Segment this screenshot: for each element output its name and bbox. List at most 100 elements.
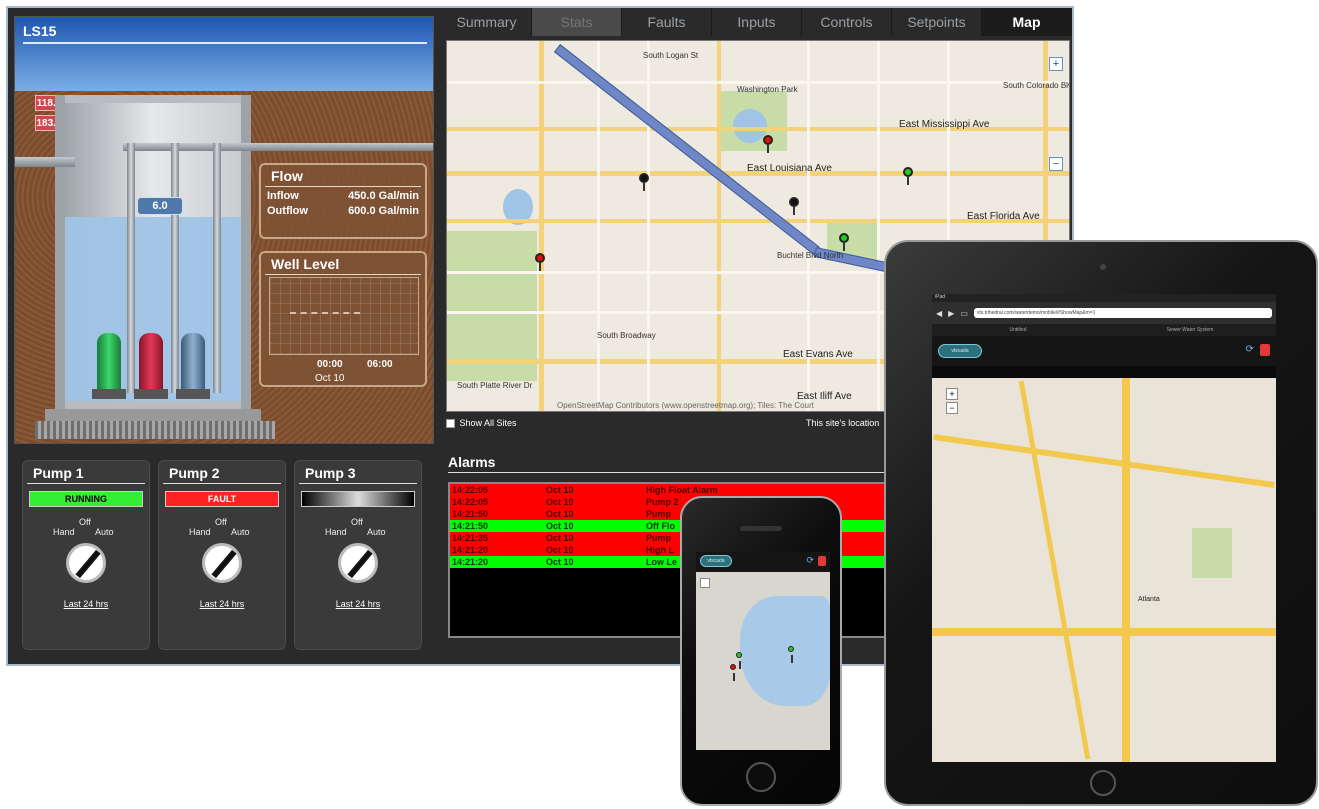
iphone-refresh-icon[interactable]: ⟳ bbox=[806, 555, 814, 566]
alarm-row[interactable]: 14:22:05 Oct 10 High Float Alarm bbox=[450, 484, 886, 496]
water-level-badge: 6.0 bbox=[137, 197, 183, 215]
iphone-site-pin-3[interactable] bbox=[730, 664, 736, 681]
road-minor-6 bbox=[447, 81, 1069, 84]
pump-1-graphic[interactable] bbox=[97, 333, 121, 393]
auto-label: Auto bbox=[367, 527, 386, 537]
pump-3-graphic[interactable] bbox=[181, 333, 205, 393]
ipad-tab-1[interactable]: Untitled bbox=[932, 324, 1104, 336]
ipad-camera bbox=[1100, 264, 1106, 270]
iphone-app-header: vtscada ⟳ bbox=[696, 552, 830, 572]
hand-label: Hand bbox=[53, 527, 75, 537]
site-title: LS15 bbox=[23, 23, 57, 39]
zoom-out-button[interactable]: − bbox=[1049, 157, 1063, 171]
road-minor-1 bbox=[597, 41, 600, 411]
off-label: Off bbox=[215, 517, 227, 527]
site-pin-red[interactable] bbox=[763, 135, 773, 153]
iphone-alarm-icon[interactable] bbox=[818, 556, 826, 566]
site-pin-green[interactable] bbox=[903, 167, 913, 185]
site-pin-black-2[interactable] bbox=[789, 197, 799, 215]
show-all-sites-checkbox[interactable] bbox=[446, 419, 455, 429]
iphone-zoom-button[interactable] bbox=[700, 578, 710, 588]
pump-card-3: Pump 3 Off Hand Auto Last 24 hrs bbox=[294, 460, 422, 650]
pump-1-status: RUNNING bbox=[29, 491, 143, 507]
pump-2-graphic[interactable] bbox=[139, 333, 163, 393]
site-pin-green-2[interactable] bbox=[839, 233, 849, 251]
site-pin-red-2[interactable] bbox=[535, 253, 545, 271]
well-level-trend[interactable] bbox=[269, 277, 419, 355]
pump-1-hoa-selector[interactable]: Off Hand Auto bbox=[53, 517, 119, 583]
pump-3-hoa-selector[interactable]: Off Hand Auto bbox=[325, 517, 391, 583]
screenshot-stage: LS15 118.1 183.2 6.0 Flow Inflow 450.0 G… bbox=[0, 0, 1319, 809]
riser-pipe-3 bbox=[213, 143, 221, 393]
auto-label: Auto bbox=[95, 527, 114, 537]
hand-label: Hand bbox=[325, 527, 347, 537]
ipad-map[interactable]: Atlanta + − bbox=[932, 378, 1276, 762]
pump-controls: Pump 1 RUNNING Off Hand Auto Last 24 hrs… bbox=[14, 452, 434, 662]
off-label: Off bbox=[351, 517, 363, 527]
ipad-highway-horizontal bbox=[932, 628, 1276, 636]
alarm-date: Oct 10 bbox=[546, 497, 574, 507]
bookmarks-icon[interactable]: ▭ bbox=[960, 309, 968, 318]
pump-card-2: Pump 2 FAULT Off Hand Auto Last 24 hrs bbox=[158, 460, 286, 650]
pump-card-1: Pump 1 RUNNING Off Hand Auto Last 24 hrs bbox=[22, 460, 150, 650]
discharge-header-pipe bbox=[123, 143, 433, 151]
ipad-home-button[interactable] bbox=[1090, 770, 1116, 796]
ipad-browser-tabs: Untitled Sewer Water System bbox=[932, 324, 1276, 336]
iphone-home-button[interactable] bbox=[746, 762, 776, 792]
ipad-url-field[interactable]: vts.trihedral.com/waterdemo/mobile/#Show… bbox=[973, 308, 1272, 318]
pump-1-last-24-link[interactable]: Last 24 hrs bbox=[23, 599, 149, 609]
ipad-zoom-out-button[interactable]: − bbox=[946, 402, 958, 414]
pump-2-base bbox=[134, 389, 168, 399]
trend-tick-2: 06:00 bbox=[367, 359, 393, 370]
selector-knob[interactable] bbox=[202, 543, 242, 583]
tab-setpoints[interactable]: Setpoints bbox=[892, 8, 982, 36]
ipad-highway-diagonal bbox=[933, 434, 1275, 488]
refresh-icon[interactable]: ⟳ bbox=[1246, 344, 1254, 355]
flow-title: Flow bbox=[265, 165, 421, 187]
street-mississippi: East Mississippi Ave bbox=[899, 119, 990, 130]
tab-stats[interactable]: Stats bbox=[532, 8, 622, 36]
pump-1-name: Pump 1 bbox=[27, 461, 145, 484]
back-icon[interactable]: ◀ bbox=[936, 309, 942, 318]
pump-3-last-24-link[interactable]: Last 24 hrs bbox=[295, 599, 421, 609]
ipad-screen: iPad ◀ ▶ ▭ vts.trihedral.com/waterdemo/m… bbox=[932, 294, 1276, 762]
trend-date: Oct 10 bbox=[315, 373, 345, 384]
ipad-city-label: Atlanta bbox=[1138, 596, 1160, 603]
selector-knob[interactable] bbox=[338, 543, 378, 583]
iphone-site-pin[interactable] bbox=[736, 652, 742, 669]
selector-knob[interactable] bbox=[66, 543, 106, 583]
street-buchtel: Buchtel Blvd North bbox=[777, 251, 844, 260]
iphone-device: vtscada ⟳ bbox=[680, 496, 842, 806]
flow-panel: Flow Inflow 450.0 Gal/min Outflow 600.0 … bbox=[259, 163, 427, 239]
well-level-panel[interactable]: Well Level 00:00 06:00 Oct 10 bbox=[259, 251, 427, 387]
road-broadway bbox=[539, 41, 544, 411]
iphone-speaker bbox=[740, 526, 782, 531]
pump-1-base bbox=[92, 389, 126, 399]
hand-label: Hand bbox=[189, 527, 211, 537]
forward-icon[interactable]: ▶ bbox=[948, 309, 954, 318]
outflow-value: 600.0 Gal/min bbox=[348, 205, 419, 217]
iphone-site-pin-2[interactable] bbox=[788, 646, 794, 663]
ipad-highway-vertical bbox=[1122, 378, 1130, 762]
alarm-date: Oct 10 bbox=[546, 509, 574, 519]
ipad-zoom-in-button[interactable]: + bbox=[946, 388, 958, 400]
ipad-tab-2[interactable]: Sewer Water System bbox=[1104, 324, 1276, 336]
pump-3-status bbox=[301, 491, 415, 507]
zoom-in-button[interactable]: + bbox=[1049, 57, 1063, 71]
site-pin-black[interactable] bbox=[639, 173, 649, 191]
pump-2-last-24-link[interactable]: Last 24 hrs bbox=[159, 599, 285, 609]
inflow-pipe bbox=[15, 157, 75, 167]
alarm-time: 14:21:20 bbox=[452, 557, 489, 567]
tab-inputs[interactable]: Inputs bbox=[712, 8, 802, 36]
tab-map[interactable]: Map bbox=[982, 8, 1072, 36]
outflow-row: Outflow 600.0 Gal/min bbox=[261, 202, 425, 217]
iphone-vtscada-logo: vtscada bbox=[700, 555, 732, 567]
tab-summary[interactable]: Summary bbox=[442, 8, 532, 36]
tab-bar: Summary Stats Faults Inputs Controls Set… bbox=[442, 8, 1072, 36]
pump-2-name: Pump 2 bbox=[163, 461, 281, 484]
tab-controls[interactable]: Controls bbox=[802, 8, 892, 36]
pump-2-hoa-selector[interactable]: Off Hand Auto bbox=[189, 517, 255, 583]
alarm-date: Oct 10 bbox=[546, 533, 574, 543]
tab-faults[interactable]: Faults bbox=[622, 8, 712, 36]
alarm-bell-icon[interactable] bbox=[1260, 344, 1270, 356]
